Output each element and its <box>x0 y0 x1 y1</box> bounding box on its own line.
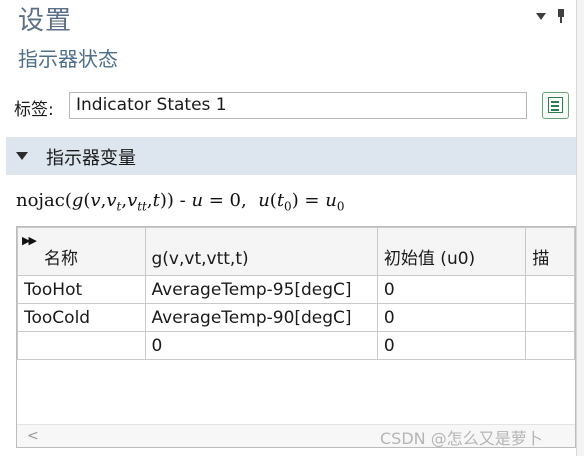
table-cell[interactable] <box>525 331 575 360</box>
page-title: 设置 <box>18 6 73 36</box>
table-cell[interactable]: 0 <box>144 331 378 360</box>
indicator-variables-section-header[interactable]: 指示器变量 <box>6 137 576 175</box>
table-cell[interactable] <box>525 275 575 304</box>
label-text: 标签: <box>14 100 54 120</box>
scroll-left-icon[interactable]: < <box>27 428 39 444</box>
equation-display: nojac(g(v,vt,vtt,t)) - u = 0, u(t0) = u0 <box>16 190 345 214</box>
section-title: 指示器变量 <box>46 148 136 169</box>
table-cell[interactable]: 0 <box>376 303 527 332</box>
label-edit-icon[interactable] <box>542 92 569 119</box>
title-toolbar <box>536 9 566 23</box>
table-cell[interactable] <box>525 303 575 332</box>
label-row: 标签: Indicator States 1 <box>14 92 574 122</box>
table-cell[interactable]: TooHot <box>17 275 146 304</box>
table-cell[interactable]: 0 <box>376 275 527 304</box>
table-row[interactable]: TooCold AverageTemp-90[degC] 0 <box>17 303 575 332</box>
column-header-name[interactable]: ▶▶ 名称 <box>17 227 146 276</box>
settings-panel: 设置 指示器状态 标签: Indicator States 1 指示器变量 no… <box>0 0 576 456</box>
dropdown-arrow-icon[interactable] <box>536 12 546 20</box>
sort-icon[interactable]: ▶▶ <box>22 234 37 247</box>
table-cell[interactable]: AverageTemp-95[degC] <box>144 275 378 304</box>
subtitle: 指示器状态 <box>18 47 118 71</box>
label-input[interactable]: Indicator States 1 <box>69 92 527 119</box>
column-header-initial-value[interactable]: 初始值 (u0) <box>376 227 527 276</box>
pin-icon[interactable] <box>556 9 566 23</box>
variables-table[interactable]: ▶▶ 名称 g(v,vt,vtt,t) 初始值 (u0) 描 TooHot Av… <box>16 226 576 448</box>
table-cell[interactable]: 0 <box>376 331 527 360</box>
table-row[interactable]: TooHot AverageTemp-95[degC] 0 <box>17 275 575 304</box>
table-cell[interactable]: AverageTemp-90[degC] <box>144 303 378 332</box>
window-edge <box>576 0 584 456</box>
table-row[interactable]: 0 0 <box>17 331 575 360</box>
watermark: CSDN @怎么又是萝卜 <box>380 429 543 448</box>
collapse-arrow-icon[interactable] <box>16 152 28 160</box>
table-cell[interactable]: TooCold <box>17 303 146 332</box>
column-header-description[interactable]: 描 <box>525 227 575 276</box>
table-cell[interactable] <box>17 331 146 360</box>
column-header-expression[interactable]: g(v,vt,vtt,t) <box>144 227 378 276</box>
